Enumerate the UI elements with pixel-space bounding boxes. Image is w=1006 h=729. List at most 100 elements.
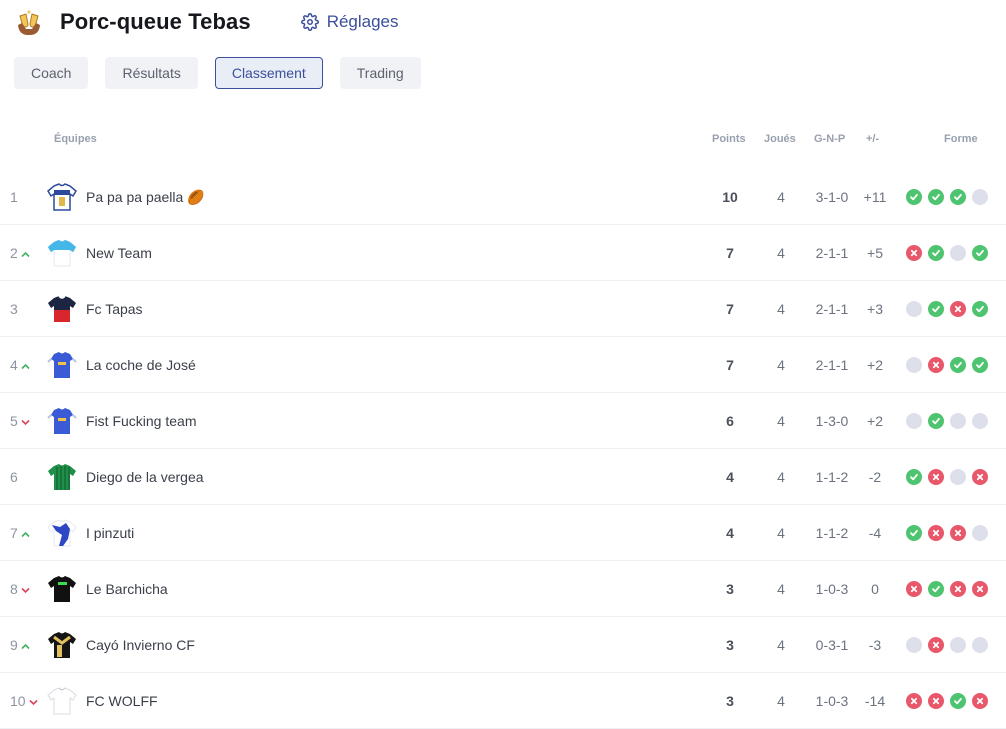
form-indicators: [906, 449, 992, 505]
tab-trading[interactable]: Trading: [339, 57, 421, 89]
gnp-value: 1-3-0: [815, 413, 849, 429]
team-name[interactable]: I pinzuti: [86, 505, 134, 561]
rank-cell: 8: [10, 561, 44, 617]
trend-down-icon: [29, 693, 38, 709]
team-jersey-icon: [46, 617, 78, 673]
team-name[interactable]: Le Barchicha: [86, 561, 168, 617]
diff-value: +11: [863, 189, 887, 205]
tab-coach[interactable]: Coach: [14, 57, 89, 89]
gear-icon: [300, 13, 319, 31]
tab-results[interactable]: Résultats: [105, 57, 198, 89]
table-row[interactable]: 5 Fist Fucking team 6 4 1-3-0 +2: [0, 393, 1006, 449]
rank-number: 4: [10, 357, 18, 373]
diff-value: -4: [868, 525, 882, 541]
rank-number: 9: [10, 637, 18, 653]
rank-cell: 6: [10, 449, 44, 505]
table-row[interactable]: 6 Diego de la vergea 4 4 1-1-2 -2: [0, 449, 1006, 505]
page-header: Porc-queue Tebas Réglages: [14, 6, 399, 38]
form-indicators: [906, 337, 992, 393]
team-name[interactable]: Pa pa pa paella 🏉: [86, 169, 205, 225]
team-jersey-icon: [46, 281, 78, 337]
form-win-icon: [928, 413, 944, 429]
form-indicators: [906, 617, 992, 673]
form-win-icon: [928, 245, 944, 261]
rank-number: 1: [10, 189, 18, 205]
points-value: 10: [722, 189, 738, 205]
form-none-icon: [906, 637, 922, 653]
points-value: 3: [726, 581, 734, 597]
form-loss-icon: [928, 693, 944, 709]
header-played: Joués: [764, 133, 796, 145]
points-value: 7: [726, 245, 734, 261]
rank-number: 8: [10, 581, 18, 597]
points-value: 4: [726, 469, 734, 485]
form-none-icon: [906, 301, 922, 317]
team-jersey-icon: [46, 337, 78, 393]
team-jersey-icon: [46, 393, 78, 449]
form-win-icon: [950, 189, 966, 205]
form-none-icon: [972, 637, 988, 653]
played-value: 4: [777, 637, 785, 653]
form-win-icon: [950, 357, 966, 373]
team-name[interactable]: Diego de la vergea: [86, 449, 204, 505]
table-row[interactable]: 2 New Team 7 4 2-1-1 +5: [0, 225, 1006, 281]
team-name[interactable]: Fc Tapas: [86, 281, 143, 337]
played-value: 4: [777, 525, 785, 541]
diff-value: +3: [867, 301, 883, 317]
form-none-icon: [972, 189, 988, 205]
diff-value: -2: [868, 469, 882, 485]
form-none-icon: [906, 357, 922, 373]
team-name[interactable]: New Team: [86, 225, 152, 281]
table-row[interactable]: 3 Fc Tapas 7 4 2-1-1 +3: [0, 281, 1006, 337]
form-loss-icon: [950, 301, 966, 317]
table-row[interactable]: 7 I pinzuti 4 4 1-1-2 -4: [0, 505, 1006, 561]
settings-label: Réglages: [326, 12, 399, 31]
form-loss-icon: [928, 357, 944, 373]
table-row[interactable]: 9 Cayó Invierno CF 3 4 0-3-1 -3: [0, 617, 1006, 673]
gnp-value: 1-1-2: [815, 469, 849, 485]
team-name[interactable]: Fist Fucking team: [86, 393, 196, 449]
gnp-value: 2-1-1: [815, 301, 849, 317]
settings-link[interactable]: Réglages: [300, 12, 399, 32]
tab-standings[interactable]: Classement: [214, 57, 323, 89]
played-value: 4: [777, 189, 785, 205]
cheers-icon: [14, 7, 44, 37]
team-jersey-icon: [46, 561, 78, 617]
form-win-icon: [906, 525, 922, 541]
team-name[interactable]: Cayó Invierno CF: [86, 617, 195, 673]
table-row[interactable]: 4 La coche de José 7 4 2-1-1 +2: [0, 337, 1006, 393]
form-none-icon: [950, 245, 966, 261]
table-row[interactable]: 8 Le Barchicha 3 4 1-0-3 0: [0, 561, 1006, 617]
form-none-icon: [950, 637, 966, 653]
rank-number: 6: [10, 469, 18, 485]
tab-bar: Coach Résultats Classement Trading: [14, 57, 421, 89]
trend-up-icon: [21, 525, 30, 541]
played-value: 4: [777, 301, 785, 317]
header-diff: +/-: [866, 133, 880, 145]
diff-value: 0: [871, 581, 879, 597]
form-win-icon: [928, 301, 944, 317]
table-row[interactable]: 1 Pa pa pa paella 🏉 10 4 3-1-0 +11: [0, 169, 1006, 225]
form-indicators: [906, 561, 992, 617]
form-win-icon: [972, 245, 988, 261]
form-win-icon: [928, 581, 944, 597]
diff-value: +2: [867, 357, 883, 373]
trend-up-icon: [21, 357, 30, 373]
team-jersey-icon: [46, 449, 78, 505]
rank-number: 7: [10, 525, 18, 541]
form-indicators: [906, 225, 992, 281]
played-value: 4: [777, 357, 785, 373]
table-header: Équipes Points Joués G-N-P +/- Forme: [0, 133, 1006, 149]
team-name[interactable]: La coche de José: [86, 337, 196, 393]
trend-down-icon: [21, 413, 30, 429]
points-value: 7: [726, 301, 734, 317]
rank-cell: 4: [10, 337, 44, 393]
form-none-icon: [906, 413, 922, 429]
form-indicators: [906, 169, 992, 225]
played-value: 4: [777, 413, 785, 429]
trend-up-icon: [21, 245, 30, 261]
form-loss-icon: [950, 581, 966, 597]
form-loss-icon: [906, 581, 922, 597]
points-value: 4: [726, 525, 734, 541]
header-gnp: G-N-P: [814, 133, 846, 145]
